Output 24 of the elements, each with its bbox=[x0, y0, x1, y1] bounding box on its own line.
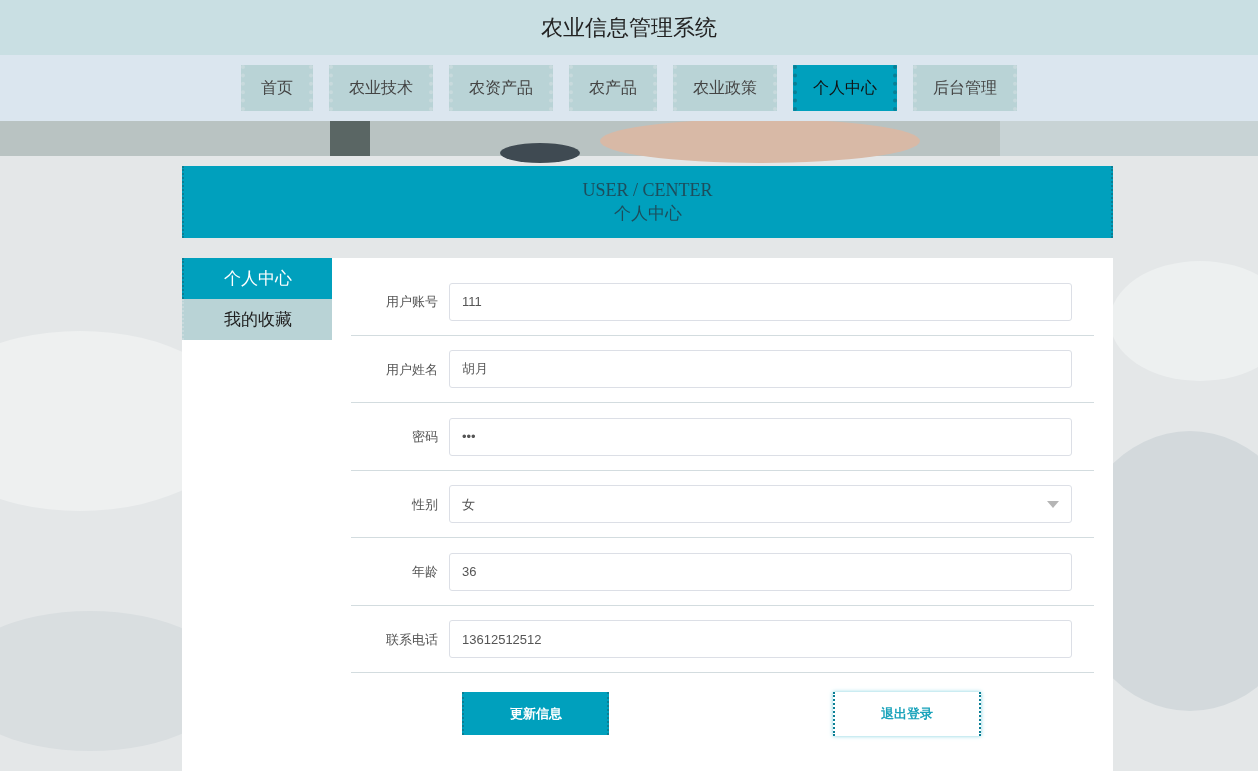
select-field[interactable]: 女 bbox=[449, 485, 1072, 524]
input-field[interactable]: 胡月 bbox=[449, 350, 1072, 389]
sidebar-item[interactable]: 我的收藏 bbox=[182, 299, 332, 340]
field-label: 性别 bbox=[411, 495, 439, 514]
nav-tab[interactable]: 农业技术 bbox=[329, 65, 433, 111]
nav-tab[interactable]: 首页 bbox=[241, 65, 313, 111]
caret-icon bbox=[1047, 500, 1059, 508]
input-field[interactable]: 36 bbox=[449, 552, 1072, 591]
field-label: 密码 bbox=[411, 428, 439, 446]
nav-tab[interactable]: 农业政策 bbox=[673, 65, 777, 111]
site-title: 农业信息管理系统 bbox=[541, 14, 717, 42]
field-label: 联系电话 bbox=[385, 630, 439, 649]
field-label: 用户姓名 bbox=[385, 360, 439, 379]
nav-tab[interactable]: 农资产品 bbox=[449, 65, 553, 111]
input-field[interactable]: 111 bbox=[449, 282, 1072, 321]
nav-tab[interactable]: 个人中心 bbox=[793, 65, 897, 111]
section-subtitle: 个人中心 bbox=[613, 203, 682, 225]
input-field[interactable]: ••• bbox=[449, 417, 1072, 456]
input-field[interactable]: 13612512512 bbox=[449, 620, 1072, 659]
nav-tab[interactable]: 农产品 bbox=[569, 65, 657, 111]
field-label: 用户账号 bbox=[385, 293, 439, 311]
section-title: USER / CENTER bbox=[582, 179, 713, 202]
field-label: 年龄 bbox=[411, 563, 439, 581]
nav-tab[interactable]: 后台管理 bbox=[913, 65, 1017, 111]
